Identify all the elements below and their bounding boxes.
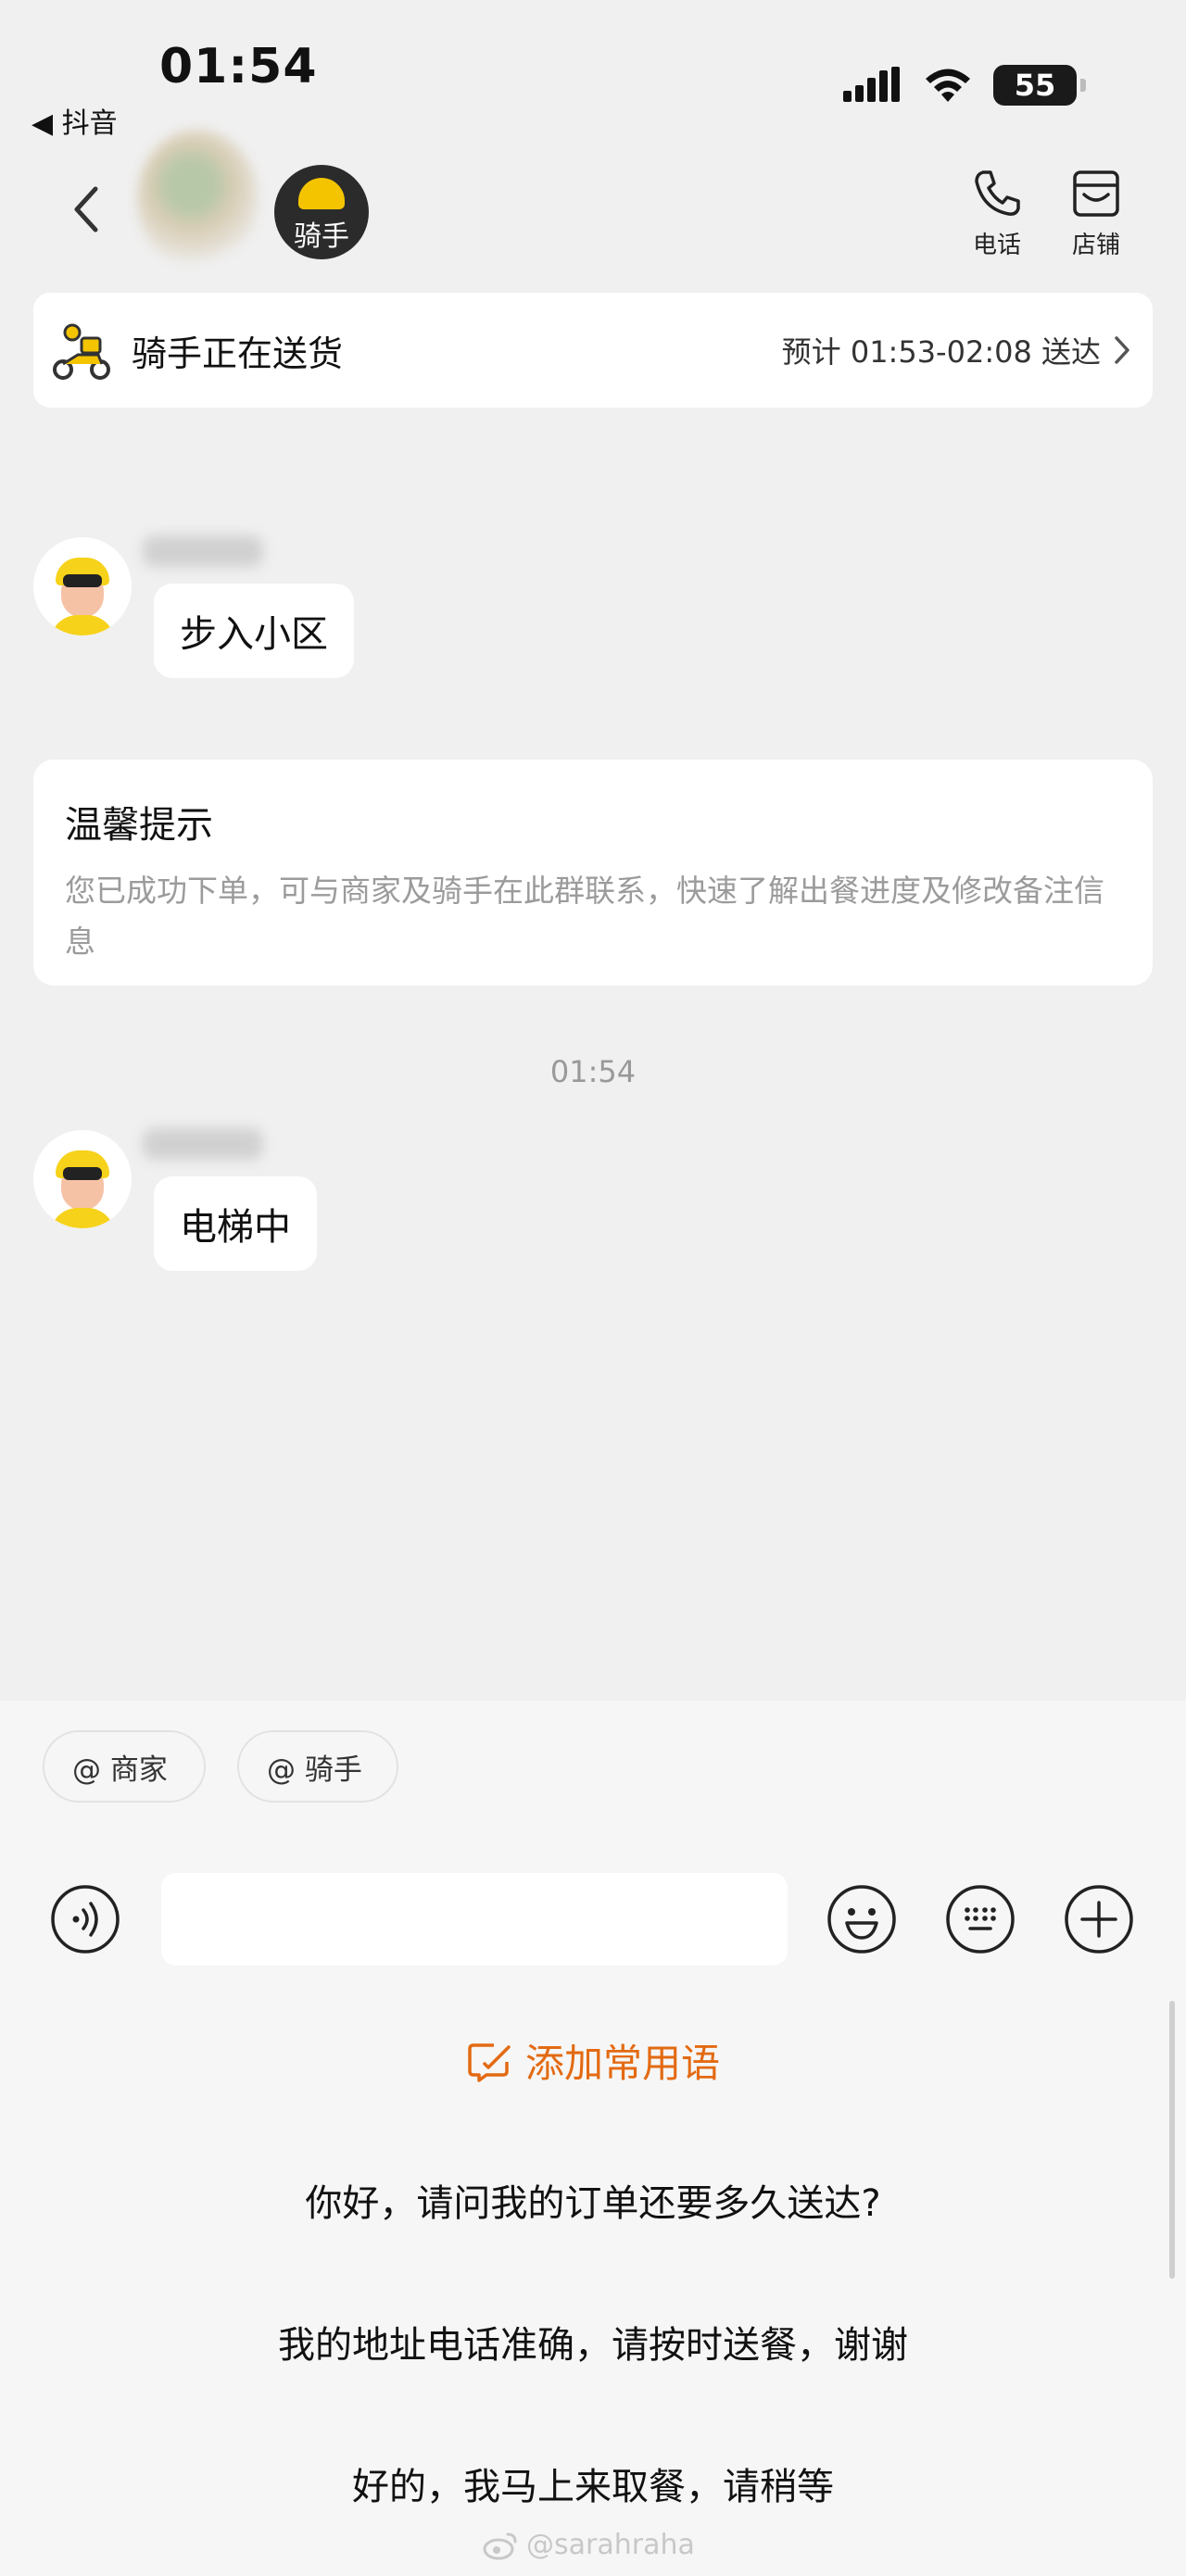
rider-avatar[interactable]: 骑手 xyxy=(274,165,369,259)
delivery-status-banner[interactable]: 骑手正在送货 预计 01:53-02:08 送达 xyxy=(33,293,1153,408)
scooter-icon xyxy=(53,323,110,380)
store-icon xyxy=(1073,170,1119,217)
group-avatar xyxy=(137,130,258,269)
quick-reply-item[interactable]: 你好，请问我的订单还要多久送达? xyxy=(0,2173,1186,2227)
mention-rider-chip[interactable]: @ 骑手 xyxy=(237,1730,398,1803)
input-panel: @ 商家 @ 骑手 添加常用语 你好，请问我的订单还要多久送达? 我的地址电话准… xyxy=(0,1701,1186,2576)
message-bubble[interactable]: 电梯中 xyxy=(154,1176,317,1271)
message-input[interactable] xyxy=(161,1873,788,1966)
add-phrase-label: 添加常用语 xyxy=(524,2041,720,2086)
weibo-icon xyxy=(483,2532,517,2559)
mention-merchant-chip[interactable]: @ 商家 xyxy=(43,1730,206,1803)
tip-body: 您已成功下单，可与商家及骑手在此群联系，快速了解出餐进度及修改备注信息 xyxy=(65,873,1104,960)
voice-input-icon[interactable] xyxy=(50,1884,120,1954)
status-icons: 55 xyxy=(843,65,1086,106)
store-label: 店铺 xyxy=(1071,232,1120,259)
plus-icon[interactable] xyxy=(1064,1884,1134,1954)
rider-message-avatar[interactable] xyxy=(33,537,132,635)
helmet-icon xyxy=(298,178,345,209)
message-bubble[interactable]: 步入小区 xyxy=(154,584,354,678)
quick-reply-item[interactable]: 我的地址电话准确，请按时送餐，谢谢 xyxy=(0,2315,1186,2369)
call-button[interactable]: 电话 xyxy=(960,167,1034,260)
sender-name-blurred xyxy=(143,535,263,567)
emoji-icon[interactable] xyxy=(826,1884,897,1954)
cellular-signal-icon xyxy=(843,67,900,102)
rider-message-avatar[interactable] xyxy=(33,1130,132,1228)
back-button[interactable] xyxy=(65,182,106,237)
battery-indicator: 55 xyxy=(993,65,1086,106)
sender-name-blurred xyxy=(143,1128,263,1160)
add-phrase-button[interactable]: 添加常用语 xyxy=(0,2032,1186,2089)
chevron-left-icon xyxy=(74,186,98,232)
status-time: 01:54 xyxy=(159,39,318,94)
watermark: @sarahraha xyxy=(482,2529,695,2561)
delivery-status-title: 骑手正在送货 xyxy=(132,333,344,374)
keyboard-icon[interactable] xyxy=(945,1884,1016,1954)
quick-reply-item[interactable]: 好的，我马上来取餐，请稍等 xyxy=(0,2457,1186,2510)
phone-icon xyxy=(975,170,1020,216)
rider-avatar-label: 骑手 xyxy=(294,220,349,253)
wifi-icon xyxy=(926,69,970,102)
watermark-text: @sarahraha xyxy=(526,2529,695,2561)
chevron-right-icon xyxy=(1115,336,1129,364)
chat-timestamp: 01:54 xyxy=(549,1054,637,1089)
tip-card: 温馨提示 您已成功下单，可与商家及骑手在此群联系，快速了解出餐进度及修改备注信息 xyxy=(33,760,1153,986)
scrollbar[interactable] xyxy=(1169,2001,1175,2279)
back-to-app-link[interactable]: ◀ 抖音 xyxy=(32,100,118,141)
tip-title: 温馨提示 xyxy=(65,804,213,847)
delivery-eta: 预计 01:53-02:08 送达 xyxy=(781,334,1101,370)
edit-icon xyxy=(468,2042,511,2082)
call-label: 电话 xyxy=(972,232,1021,259)
store-button[interactable]: 店铺 xyxy=(1059,167,1133,260)
